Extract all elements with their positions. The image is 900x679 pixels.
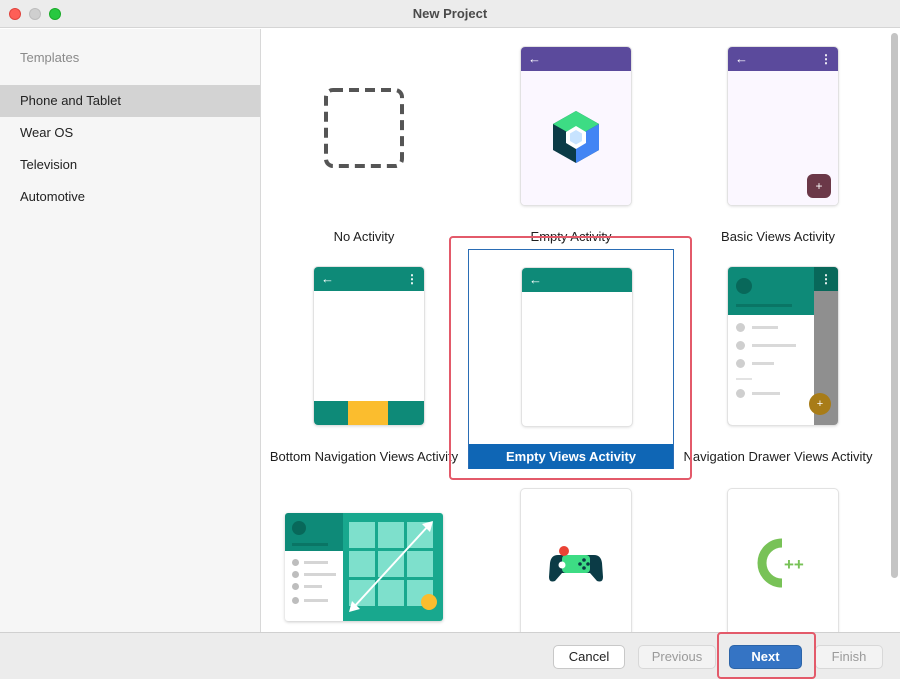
app-bar: ← ⋮ <box>314 267 424 291</box>
scrollbar[interactable] <box>891 33 898 578</box>
phone-preview: ← ⋮ + <box>728 47 838 205</box>
phone-preview: ⋮ + <box>728 267 838 425</box>
cpp-icon: ++ <box>757 538 804 588</box>
phone-preview: ← <box>522 268 632 426</box>
template-label: Basic Views Activity <box>721 229 835 244</box>
back-arrow-icon: ← <box>735 51 748 66</box>
dialog-footer: Cancel Previous Next Finish <box>0 632 900 679</box>
back-arrow-icon: ← <box>321 271 334 286</box>
overflow-menu-icon: ⋮ <box>820 272 832 286</box>
template-native-cpp[interactable]: ++ <box>675 469 881 632</box>
dashed-box-icon <box>324 88 404 168</box>
svg-text:++: ++ <box>784 555 804 574</box>
app-bar: ← <box>522 268 632 292</box>
templates-sidebar: Templates Phone and Tablet Wear OS Telev… <box>0 29 261 632</box>
navigation-drawer <box>728 267 814 425</box>
game-controller-icon <box>549 546 603 582</box>
cancel-button[interactable]: Cancel <box>553 645 625 669</box>
bottom-nav-bar <box>314 401 424 425</box>
phone-preview <box>521 489 631 632</box>
overflow-menu-icon: ⋮ <box>820 52 832 66</box>
next-button[interactable]: Next <box>729 645 802 669</box>
overflow-menu-icon: ⋮ <box>406 272 418 286</box>
fab-plus-icon: + <box>809 393 831 415</box>
template-bottom-navigation-views-activity[interactable]: ← ⋮ Bottom Navigation Views Activity <box>261 249 467 469</box>
template-label: Bottom Navigation Views Activity <box>269 449 459 464</box>
title-bar: New Project <box>0 0 900 28</box>
previous-button[interactable]: Previous <box>638 645 716 669</box>
back-arrow-icon: ← <box>528 51 541 66</box>
template-empty-views-activity[interactable]: ← Empty Views Activity <box>468 249 674 469</box>
app-bar: ← <box>521 47 631 71</box>
phone-preview: ← ⋮ <box>314 267 424 425</box>
resize-arrow-icon <box>349 521 437 612</box>
template-basic-views-activity[interactable]: ← ⋮ + Basic Views Activity <box>675 29 881 249</box>
sidebar-header: Templates <box>20 50 80 65</box>
sidebar-item-phone-and-tablet[interactable]: Phone and Tablet <box>0 85 260 117</box>
template-gallery: No Activity ← Empty Activity ← ⋮ + Basic… <box>261 29 900 632</box>
jetpack-compose-icon <box>553 111 599 163</box>
template-responsive-views-activity[interactable] <box>261 469 467 632</box>
app-bar: ← ⋮ <box>728 47 838 71</box>
phone-preview: ++ <box>728 489 838 632</box>
sidebar-item-wear-os[interactable]: Wear OS <box>0 117 260 149</box>
template-label: Navigation Drawer Views Activity <box>683 449 873 464</box>
tablet-preview <box>285 513 443 621</box>
template-no-activity[interactable]: No Activity <box>261 29 467 249</box>
template-empty-activity[interactable]: ← Empty Activity <box>468 29 674 249</box>
window-title: New Project <box>412 6 488 21</box>
fab-plus-icon: + <box>807 174 831 198</box>
back-arrow-icon: ← <box>529 272 542 287</box>
phone-preview: ← <box>521 47 631 205</box>
template-navigation-drawer-views-activity[interactable]: ⋮ + Navigation Drawer Views Activity <box>675 249 881 469</box>
template-game-activity[interactable] <box>468 469 674 632</box>
sidebar-item-television[interactable]: Television <box>0 149 260 181</box>
finish-button[interactable]: Finish <box>815 645 883 669</box>
sidebar-item-automotive[interactable]: Automotive <box>0 181 260 213</box>
template-label: Empty Views Activity <box>469 444 673 469</box>
